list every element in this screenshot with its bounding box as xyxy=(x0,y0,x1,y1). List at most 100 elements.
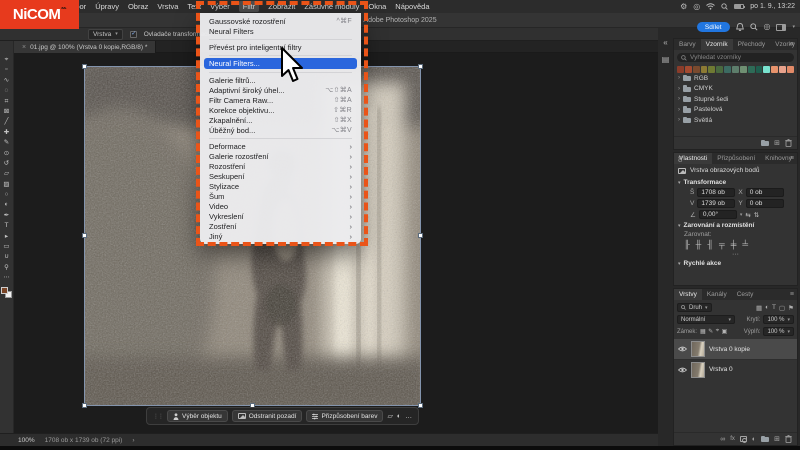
layer-thumbnail[interactable] xyxy=(691,341,705,357)
remove-background-button[interactable]: Odstranit pozadí xyxy=(232,410,303,422)
adjust-colors-button[interactable]: Přizpůsobení barev xyxy=(306,410,383,422)
menu-text[interactable]: Text xyxy=(187,2,201,11)
tab-cesty[interactable]: Cesty xyxy=(732,289,759,300)
trash-icon[interactable] xyxy=(785,435,792,443)
tab-vzornik[interactable]: Vzorník xyxy=(701,39,733,50)
menu-item-neural-filters[interactable]: Neural Filters... xyxy=(204,58,357,69)
menu-item-filter-gallery[interactable]: Galerie filtrů... xyxy=(200,75,361,85)
tab-prechody[interactable]: Přechody xyxy=(733,39,770,50)
swatch-group-rgb[interactable]: ›RGB xyxy=(674,73,797,84)
width-field[interactable]: 1708 ob xyxy=(697,188,735,197)
filter-shape-icon[interactable]: ▢ xyxy=(779,304,785,312)
gradient-tool-icon[interactable]: ▨ xyxy=(3,180,9,190)
marquee-tool-icon[interactable]: ▫ xyxy=(5,65,7,75)
menu-zasuvne-moduly[interactable]: Zásuvné moduly xyxy=(304,2,359,11)
disclosure-icon[interactable]: › xyxy=(678,117,680,123)
quick-actions-header[interactable]: ▾ Rychlé akce xyxy=(674,258,797,268)
menubar-clock[interactable]: po 1. 9., 13:22 xyxy=(750,3,795,10)
swatch[interactable] xyxy=(740,66,747,73)
brush-tool-icon[interactable]: ✎ xyxy=(4,138,9,148)
panel-menu-icon[interactable]: ≡ xyxy=(790,153,794,164)
layer-effects-icon[interactable]: fx xyxy=(730,436,735,442)
spotlight-icon[interactable] xyxy=(721,3,728,10)
swatch[interactable] xyxy=(708,66,715,73)
transform-handle[interactable] xyxy=(418,233,423,238)
menu-okna[interactable]: Okna xyxy=(368,2,386,11)
settings-icon[interactable]: ⚙ xyxy=(680,3,687,11)
swatch-group-grayscale[interactable]: ›Stupně šedi xyxy=(674,94,797,105)
menu-item-lens-correction[interactable]: Korekce objektivu...⇧⌘R xyxy=(200,105,361,115)
align-more-icon[interactable]: ··· xyxy=(674,251,797,258)
layer-thumbnail[interactable] xyxy=(691,362,705,378)
tab-vzorky[interactable]: Vzorky xyxy=(770,39,800,50)
adjustment-action-icon[interactable]: ◐ xyxy=(397,413,401,420)
adjustment-layer-icon[interactable]: ◐ xyxy=(752,436,756,443)
disclosure-icon[interactable]: › xyxy=(678,96,680,102)
visibility-eye-icon[interactable] xyxy=(678,346,687,352)
eyedropper-tool-icon[interactable]: ╱ xyxy=(5,117,9,127)
swatch-group-light[interactable]: ›Světlá xyxy=(674,115,797,126)
lock-all-icon[interactable]: ▣ xyxy=(722,328,728,335)
taskbar-drag-handle[interactable]: ⋮⋮ xyxy=(153,413,163,420)
menu-obraz[interactable]: Obraz xyxy=(128,2,148,11)
flip-horizontal-icon[interactable]: ⇆ xyxy=(745,211,750,219)
new-swatch-icon[interactable]: ⊞ xyxy=(774,139,780,147)
menu-vrstva[interactable]: Vrstva xyxy=(157,2,178,11)
menu-item-noise[interactable]: Šum› xyxy=(200,191,361,201)
filter-adjustment-icon[interactable]: ◐ xyxy=(765,304,769,312)
swatch[interactable] xyxy=(779,66,786,73)
height-field[interactable]: 1739 ob xyxy=(697,199,735,208)
new-layer-icon[interactable]: ⊞ xyxy=(774,435,780,443)
layer-name[interactable]: Vrstva 0 xyxy=(709,366,733,373)
layer-row-copy[interactable]: Vrstva 0 kopie xyxy=(674,339,797,359)
fill-dropdown[interactable]: 100 % ▾ xyxy=(763,327,794,336)
new-group-icon[interactable] xyxy=(761,141,769,146)
more-tools-icon[interactable]: ⋯ xyxy=(3,273,10,283)
menu-item-pixelate[interactable]: Seskupení› xyxy=(200,171,361,181)
swatch[interactable] xyxy=(732,66,739,73)
layer-row-original[interactable]: Vrstva 0 xyxy=(674,359,797,379)
taskbar-more-icon[interactable]: … xyxy=(405,413,412,420)
zoom-tool-icon[interactable]: ⚲ xyxy=(4,263,9,273)
new-group-icon[interactable] xyxy=(761,437,769,442)
disclosure-icon[interactable]: › xyxy=(678,107,680,113)
blur-tool-icon[interactable]: ○ xyxy=(5,190,9,200)
swatch[interactable] xyxy=(701,66,708,73)
comments-panel-icon[interactable]: ▤ xyxy=(662,55,670,64)
transform-section-header[interactable]: ▾ Transformace xyxy=(674,177,797,187)
discover-icon[interactable]: ◎ xyxy=(764,23,771,31)
lock-position-icon[interactable]: ⌖ xyxy=(716,328,719,335)
menu-item-liquify[interactable]: Zkapalnění...⇧⌘X xyxy=(200,115,361,125)
collapse-panels-icon[interactable]: « xyxy=(663,38,667,47)
tab-prizpusobeni[interactable]: Přizpůsobení xyxy=(712,153,760,164)
x-field[interactable]: 0 ob xyxy=(746,188,784,197)
menu-item-distort[interactable]: Deformace› xyxy=(200,141,361,151)
control-center-icon[interactable]: ◎ xyxy=(693,3,700,11)
menu-zobrazit[interactable]: Zobrazit xyxy=(268,2,295,11)
menu-item-adaptive-wide-angle[interactable]: Adaptivní široký úhel...⌥⇧⌘A xyxy=(200,85,361,95)
path-selection-tool-icon[interactable]: ▸ xyxy=(5,232,8,242)
swatch-group-cmyk[interactable]: ›CMYK xyxy=(674,84,797,95)
panel-menu-icon[interactable]: ≡ xyxy=(790,289,794,300)
blend-mode-dropdown[interactable]: Normální ▾ xyxy=(677,315,735,324)
workspace-layout-icon[interactable] xyxy=(776,24,786,31)
tab-kanaly[interactable]: Kanály xyxy=(702,289,732,300)
notifications-bell-icon[interactable] xyxy=(736,23,744,32)
eraser-tool-icon[interactable]: ▱ xyxy=(4,169,9,179)
share-button[interactable]: Sdílet xyxy=(697,22,730,32)
hand-tool-icon[interactable]: ∪ xyxy=(4,252,9,262)
transform-handle[interactable] xyxy=(82,403,87,408)
menu-upravy[interactable]: Úpravy xyxy=(95,2,119,11)
lasso-tool-icon[interactable]: ∿ xyxy=(4,76,9,86)
menu-item-gaussian-blur[interactable]: Gaussovské rozostření^⌘F xyxy=(200,16,361,26)
healing-brush-tool-icon[interactable]: ✚ xyxy=(4,128,9,138)
align-center-v-icon[interactable]: ╪ xyxy=(731,240,737,249)
link-dimensions-icon[interactable]: 8 xyxy=(678,155,682,164)
transform-handle[interactable] xyxy=(418,64,423,69)
crop-action-icon[interactable]: ▱ xyxy=(387,412,392,420)
filter-pixel-icon[interactable]: ▦ xyxy=(756,304,762,312)
clone-stamp-tool-icon[interactable]: ⊙ xyxy=(4,149,9,159)
link-layers-icon[interactable]: ∞ xyxy=(720,436,725,443)
menu-item-blur[interactable]: Rozostření› xyxy=(200,161,361,171)
swatch[interactable] xyxy=(756,66,763,73)
